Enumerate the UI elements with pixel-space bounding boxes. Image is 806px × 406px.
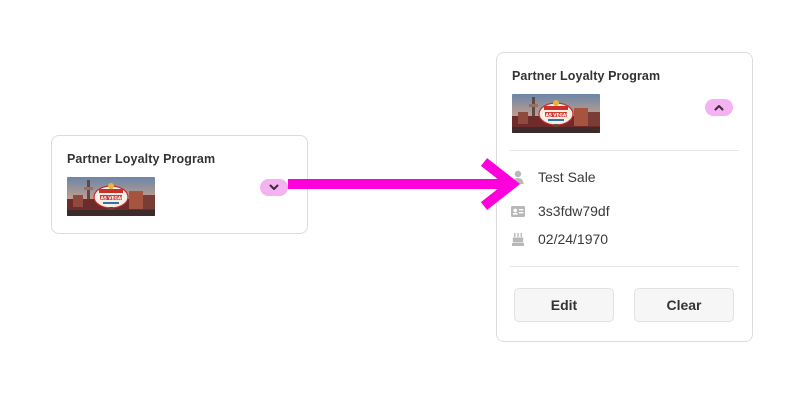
expand-toggle[interactable]: [260, 179, 288, 196]
svg-text:LAS VEGAS: LAS VEGAS: [98, 195, 124, 200]
collapse-toggle[interactable]: [705, 99, 733, 116]
loyalty-card-expanded[interactable]: Partner Loyalty Program LAS VEGAS Test S…: [496, 52, 753, 342]
card-title: Partner Loyalty Program: [512, 69, 661, 83]
las-vegas-thumbnail: LAS VEGAS: [512, 94, 600, 133]
divider: [510, 150, 739, 151]
card-title: Partner Loyalty Program: [67, 152, 216, 166]
detail-row-id: 3s3fdw79df: [511, 201, 610, 221]
chevron-up-icon: [714, 105, 724, 111]
edit-button[interactable]: Edit: [514, 288, 614, 322]
svg-text:LAS VEGAS: LAS VEGAS: [543, 112, 569, 117]
birth-date: 02/24/1970: [538, 231, 609, 247]
member-id: 3s3fdw79df: [538, 203, 610, 219]
detail-row-birthday: 02/24/1970: [511, 229, 608, 249]
stage: Partner Loyalty Program LAS VEGAS Partne…: [0, 0, 806, 406]
las-vegas-thumbnail: LAS VEGAS: [67, 177, 155, 216]
loyalty-card-collapsed[interactable]: Partner Loyalty Program LAS VEGAS: [51, 135, 308, 234]
clear-button[interactable]: Clear: [634, 288, 734, 322]
customer-name: Test Sale: [538, 169, 596, 185]
birthday-cake-icon: [511, 232, 525, 246]
person-icon: [511, 170, 525, 184]
divider: [510, 266, 739, 267]
id-card-icon: [511, 204, 525, 218]
detail-row-name: Test Sale: [511, 167, 596, 187]
chevron-down-icon: [269, 184, 279, 190]
